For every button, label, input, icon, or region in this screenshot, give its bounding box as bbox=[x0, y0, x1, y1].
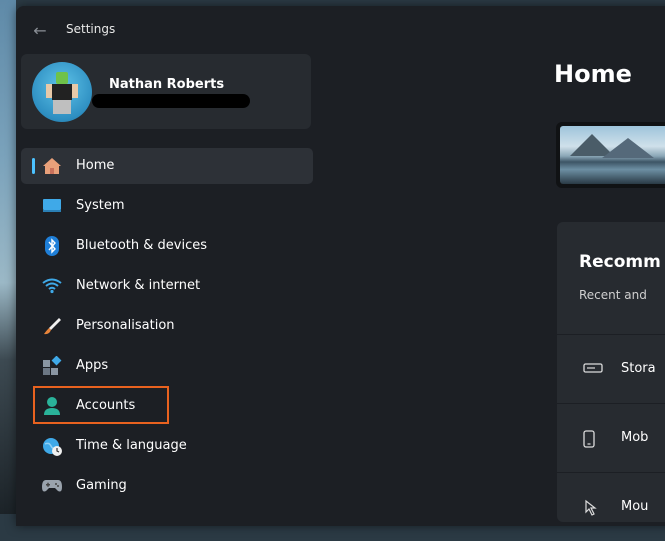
sidebar-item-label: Gaming bbox=[76, 478, 127, 493]
sidebar-nav: Home System Bluetooth & devices Network … bbox=[21, 148, 313, 508]
storage-icon bbox=[583, 361, 603, 377]
rec-row-label: Mob bbox=[621, 430, 649, 445]
page-title: Home bbox=[554, 60, 632, 88]
gamepad-icon bbox=[41, 476, 63, 496]
avatar bbox=[32, 62, 92, 122]
wifi-icon bbox=[41, 276, 63, 296]
profile-card[interactable]: Nathan Roberts bbox=[21, 54, 311, 129]
recommended-title: Recomm bbox=[579, 252, 661, 272]
rec-row-mouse[interactable]: Mou bbox=[557, 472, 665, 541]
window-title: Settings bbox=[66, 22, 116, 36]
brush-icon bbox=[41, 316, 63, 336]
phone-icon bbox=[583, 430, 595, 452]
mouse-icon bbox=[583, 499, 601, 521]
sidebar-item-time-language[interactable]: Time & language bbox=[21, 428, 313, 464]
sidebar-item-label: Network & internet bbox=[76, 278, 201, 293]
desktop-wallpaper bbox=[0, 0, 16, 514]
sidebar-item-personalisation[interactable]: Personalisation bbox=[21, 308, 313, 344]
globe-clock-icon bbox=[41, 436, 63, 456]
sidebar-item-label: Apps bbox=[76, 358, 109, 373]
sidebar-item-bluetooth[interactable]: Bluetooth & devices bbox=[21, 228, 313, 264]
wallpaper-image bbox=[560, 126, 665, 184]
sidebar-item-network[interactable]: Network & internet bbox=[21, 268, 313, 304]
sidebar-item-label: Accounts bbox=[76, 398, 136, 413]
rec-row-label: Mou bbox=[621, 499, 649, 514]
wallpaper-preview[interactable] bbox=[556, 122, 665, 188]
sidebar-item-gaming[interactable]: Gaming bbox=[21, 468, 313, 504]
sidebar-item-label: Bluetooth & devices bbox=[76, 238, 207, 253]
apps-icon bbox=[41, 356, 63, 376]
rec-row-storage[interactable]: Stora bbox=[557, 334, 665, 403]
sidebar-item-accounts[interactable]: Accounts bbox=[21, 386, 313, 424]
sidebar-item-apps[interactable]: Apps bbox=[21, 348, 313, 384]
title-bar: ← Settings bbox=[16, 6, 665, 52]
back-button[interactable]: ← bbox=[28, 18, 52, 42]
user-name: Nathan Roberts bbox=[109, 77, 225, 92]
sidebar-item-label: System bbox=[76, 198, 125, 213]
account-icon bbox=[41, 396, 63, 416]
rec-row-label: Stora bbox=[621, 361, 656, 376]
sidebar-item-label: Time & language bbox=[76, 438, 187, 453]
rec-row-mobile[interactable]: Mob bbox=[557, 403, 665, 472]
home-icon bbox=[41, 156, 63, 176]
bluetooth-icon bbox=[41, 236, 63, 256]
selection-indicator bbox=[32, 158, 35, 174]
sidebar-item-system[interactable]: System bbox=[21, 188, 313, 224]
system-icon bbox=[41, 196, 63, 216]
back-arrow-icon: ← bbox=[33, 20, 47, 40]
recommended-settings-card: Recomm Recent and Stora Mob Mou bbox=[557, 222, 665, 522]
redacted-email bbox=[92, 94, 250, 108]
recommended-subtitle: Recent and bbox=[579, 288, 647, 302]
sidebar-item-label: Home bbox=[76, 158, 115, 173]
sidebar-item-home[interactable]: Home bbox=[21, 148, 313, 184]
sidebar-item-label: Personalisation bbox=[76, 318, 175, 333]
